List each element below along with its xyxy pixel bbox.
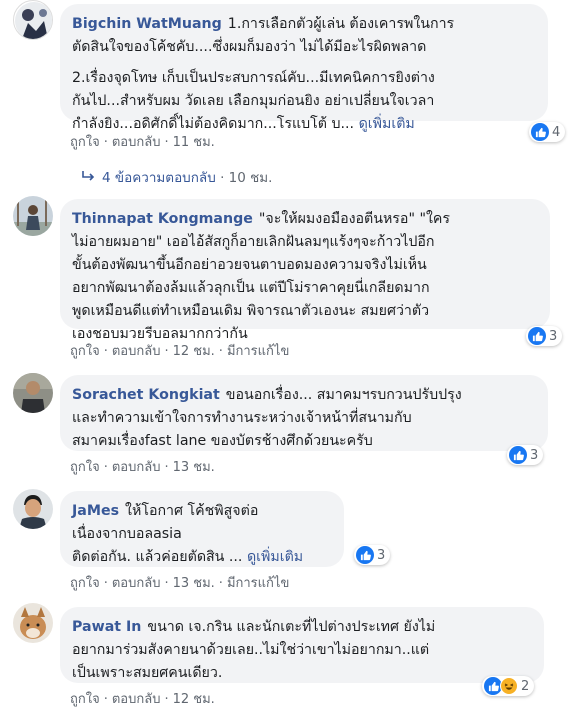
comment-text: อยากพัฒนาต้องล้มแล้วลุกเป็น แต่ปีโม่ราคา… xyxy=(72,280,430,296)
timestamp[interactable]: 12 ชม. xyxy=(173,692,215,707)
comment-actions: ถูกใจ · ตอบกลับ · 12 ชม. · มีการแก้ไข xyxy=(70,344,290,359)
comment-bubble: JaMes ให้โอกาศ โค้ชพิสูจต่อ เนื่องจากบอลa… xyxy=(60,491,344,567)
like-button[interactable]: ถูกใจ xyxy=(70,460,100,475)
reply-button[interactable]: ตอบกลับ xyxy=(112,576,161,591)
comment-text: พูดเหมือนดีแต่ทำเหมือนเดิม พิจารณาตัวเอง… xyxy=(72,303,430,319)
like-icon xyxy=(528,327,546,345)
reaction-number: 3 xyxy=(530,447,539,463)
comment-actions: ถูกใจ · ตอบกลับ · 12 ชม. xyxy=(70,692,215,707)
like-button[interactable]: ถูกใจ xyxy=(70,344,100,359)
reaction-count[interactable]: 3 xyxy=(507,445,544,465)
reply-timestamp: 10 ชม. xyxy=(228,170,273,186)
comment-text: ขอนอกเรื่อง... สมาคมฯรบกวนปรับปรุง xyxy=(225,387,462,403)
timestamp[interactable]: 12 ชม. xyxy=(173,344,215,359)
comment-text: สมาคมเรื่องfast lane ของบัตรช้างศึกด้วยน… xyxy=(72,433,373,449)
reaction-number: 4 xyxy=(552,124,561,140)
author-name[interactable]: Thinnapat Kongmange xyxy=(72,211,253,227)
reply-button[interactable]: ตอบกลับ xyxy=(112,692,161,707)
see-more-link[interactable]: ดูเพิ่มเติม xyxy=(359,116,415,132)
author-name[interactable]: Sorachet Kongkiat xyxy=(72,387,220,403)
comment-actions: ถูกใจ · ตอบกลับ · 11 ชม. xyxy=(70,135,215,150)
edited-label[interactable]: มีการแก้ไข xyxy=(227,344,289,359)
comment-text: 2.เรื่องจุดโทษ เก็บเป็นประสบการณ์คับ...ม… xyxy=(72,70,435,86)
comment-text: 1.การเลือกตัวผู้เล่น ต้องเคารพในการ xyxy=(227,16,455,32)
avatar[interactable] xyxy=(13,373,53,413)
comment-text: และทำความเข้าใจการทำงานระหว่างเจ้าหน้าที… xyxy=(72,410,412,426)
view-replies[interactable]: 4 ข้อความตอบกลับ · 10 ชม. xyxy=(82,166,272,188)
like-button[interactable]: ถูกใจ xyxy=(70,692,100,707)
comment-actions: ถูกใจ · ตอบกลับ · 13 ชม. · มีการแก้ไข xyxy=(70,576,290,591)
like-icon xyxy=(509,446,527,464)
edited-label[interactable]: มีการแก้ไข xyxy=(227,576,289,591)
comment-text: อยากมาร่วมสังคายนาด้วยเลย..ไม่ใช่ว่าเขาไ… xyxy=(72,642,430,658)
timestamp[interactable]: 11 ชม. xyxy=(173,135,215,150)
comment-text: เป็นเพราะสมยศคนเดียว. xyxy=(72,665,223,681)
comment-text: ให้โอกาศ โค้ชพิสูจต่อ xyxy=(125,503,259,519)
haha-icon xyxy=(500,677,518,695)
comment-text: กำลังยิง...อดิศักดิ์ไม่ต้องคิดมาก...โรแบ… xyxy=(72,116,355,132)
comment-text xyxy=(72,59,536,67)
timestamp[interactable]: 13 ชม. xyxy=(173,460,215,475)
like-icon xyxy=(531,123,549,141)
reply-button[interactable]: ตอบกลับ xyxy=(112,344,161,359)
comment-text: ขนาด เจ.กริน และนักเตะที่ไปต่างประเทศ ยั… xyxy=(147,619,436,635)
comment-text: ขั้นต้องพัฒนาขึ้นอีกอย่าอวยจนตาบอดมองควา… xyxy=(72,257,427,273)
avatar[interactable] xyxy=(13,603,53,643)
comment-text: "จะให้ผมงอมืองอตีนหรอ" "ใคร xyxy=(258,211,451,227)
comment-text: ตัดสินใจของโค้ชคับ....ซึ่งผมก็มองว่า ไม่… xyxy=(72,39,427,55)
timestamp[interactable]: 13 ชม. xyxy=(173,576,215,591)
comment-bubble: Pawat In ขนาด เจ.กริน และนักเตะที่ไปต่างป… xyxy=(60,607,544,683)
avatar[interactable] xyxy=(13,0,53,40)
avatar[interactable] xyxy=(13,196,53,236)
reply-arrow-icon xyxy=(82,170,96,186)
like-button[interactable]: ถูกใจ xyxy=(70,135,100,150)
comment-bubble: Sorachet Kongkiat ขอนอกเรื่อง... สมาคมฯรบ… xyxy=(60,375,548,451)
comment-text: ติดต่อกัน. แล้วค่อยตัดสิน ... xyxy=(72,549,243,565)
comment-text: ไม่อายผมอาย" เออไอ้สัสกูก็อายเลิกฝันลมๆแ… xyxy=(72,234,435,250)
reaction-number: 3 xyxy=(549,328,558,344)
reaction-count[interactable]: 3 xyxy=(526,326,563,346)
comment-actions: ถูกใจ · ตอบกลับ · 13 ชม. xyxy=(70,460,215,475)
author-name[interactable]: Pawat In xyxy=(72,619,141,635)
author-name[interactable]: JaMes xyxy=(72,503,119,519)
reaction-count[interactable]: 2 xyxy=(482,676,535,696)
author-name[interactable]: Bigchin WatMuang xyxy=(72,16,222,32)
see-more-link[interactable]: ดูเพิ่มเติม xyxy=(247,549,303,565)
like-icon xyxy=(356,546,374,564)
comment-text: กันไป...สำหรับผม วัดเลย เลือกมุมก่อนยิง … xyxy=(72,93,435,109)
reply-button[interactable]: ตอบกลับ xyxy=(112,460,161,475)
reaction-number: 3 xyxy=(377,547,386,563)
reply-count[interactable]: 4 ข้อความตอบกลับ xyxy=(102,170,216,186)
comment-text: เนื่องจากบอลasia xyxy=(72,526,182,542)
reaction-number: 2 xyxy=(521,678,530,694)
comment-bubble: Bigchin WatMuang 1.การเลือกตัวผู้เล่น ต้อ… xyxy=(60,4,548,132)
comment-bubble: Thinnapat Kongmange "จะให้ผมงอมืองอตีนหรอ… xyxy=(60,199,550,342)
reply-button[interactable]: ตอบกลับ xyxy=(112,135,161,150)
like-button[interactable]: ถูกใจ xyxy=(70,576,100,591)
avatar[interactable] xyxy=(13,489,53,529)
reaction-count[interactable]: 3 xyxy=(354,545,391,565)
reaction-count[interactable]: 4 xyxy=(529,122,566,142)
